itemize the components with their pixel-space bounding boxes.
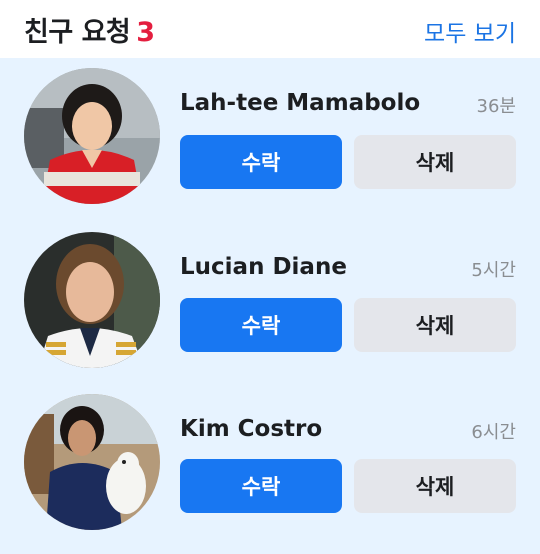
requester-name[interactable]: Kim Costro [180, 416, 322, 442]
delete-button[interactable]: 삭제 [354, 459, 516, 513]
friend-request-item: Lah-tee Mamabolo 36분 수락 삭제 [0, 58, 540, 218]
accept-button[interactable]: 수락 [180, 298, 342, 352]
friend-request-list: Lah-tee Mamabolo 36분 수락 삭제 Lucian Diane … [0, 58, 540, 554]
avatar-photo [24, 232, 160, 368]
avatar[interactable] [24, 394, 160, 530]
delete-button[interactable]: 삭제 [354, 298, 516, 352]
section-title: 친구 요청 3 [24, 10, 155, 49]
avatar[interactable] [24, 232, 160, 368]
see-all-link[interactable]: 모두 보기 [424, 14, 516, 48]
delete-button[interactable]: 삭제 [354, 135, 516, 189]
avatar[interactable] [24, 68, 160, 204]
friend-request-item: Lucian Diane 5시간 수락 삭제 [0, 222, 540, 382]
accept-button[interactable]: 수락 [180, 459, 342, 513]
request-time: 5시간 [471, 260, 516, 281]
avatar-photo [24, 394, 160, 530]
requester-name[interactable]: Lah-tee Mamabolo [180, 90, 420, 116]
avatar-photo [24, 68, 160, 204]
requester-name[interactable]: Lucian Diane [180, 254, 347, 280]
friend-request-item: Kim Costro 6시간 수락 삭제 [0, 384, 540, 544]
section-title-text: 친구 요청 [24, 17, 131, 48]
request-time: 6시간 [471, 422, 516, 443]
accept-button[interactable]: 수락 [180, 135, 342, 189]
friend-requests-header: 친구 요청 3 모두 보기 [0, 0, 540, 58]
request-count: 3 [136, 17, 155, 48]
request-time: 36분 [476, 96, 516, 117]
